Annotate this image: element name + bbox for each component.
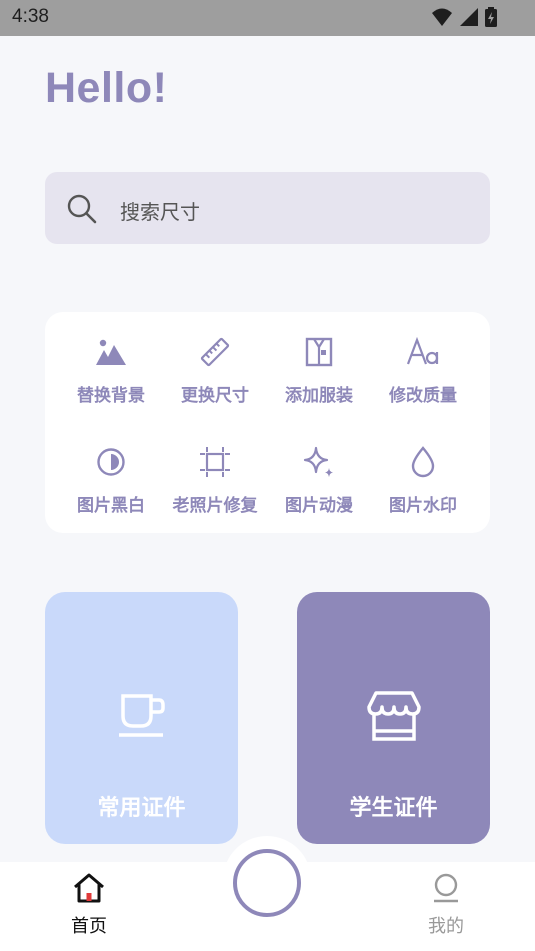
drop-icon bbox=[371, 445, 475, 479]
card-common-documents[interactable]: 常用证件 bbox=[45, 592, 238, 844]
circle-icon bbox=[233, 849, 301, 917]
mountain-icon bbox=[59, 335, 163, 369]
nav-mine[interactable]: 我的 bbox=[406, 872, 486, 938]
ruler-icon bbox=[163, 335, 267, 369]
tool-label: 图片黑白 bbox=[77, 496, 145, 516]
tool-anime[interactable]: 图片动漫 bbox=[267, 445, 371, 516]
status-time: 4:38 bbox=[12, 6, 49, 27]
greeting-title: Hello! bbox=[45, 64, 168, 112]
tool-label: 老照片修复 bbox=[172, 496, 258, 516]
cup-icon bbox=[45, 690, 238, 738]
store-icon bbox=[297, 690, 490, 742]
tool-label: 修改质量 bbox=[389, 386, 457, 406]
card-student-documents[interactable]: 学生证件 bbox=[297, 592, 490, 844]
tool-label: 替换背景 bbox=[77, 386, 145, 406]
tool-label: 图片动漫 bbox=[285, 496, 353, 516]
user-icon bbox=[406, 872, 486, 908]
wifi-icon bbox=[431, 7, 453, 31]
card-label: 学生证件 bbox=[349, 796, 438, 821]
sparkle-icon bbox=[267, 445, 371, 479]
card-label: 常用证件 bbox=[97, 796, 186, 821]
tool-photo-restore[interactable]: 老照片修复 bbox=[163, 445, 267, 516]
tool-label: 更换尺寸 bbox=[181, 386, 249, 406]
tools-panel: 替换背景 更换尺寸 添加服装 修改质量 图片黑白 老照片修复 图片动漫 图片水印 bbox=[45, 312, 490, 533]
status-bar: 4:38 bbox=[0, 0, 535, 36]
home-icon bbox=[49, 872, 129, 908]
crop-icon bbox=[163, 445, 267, 479]
tool-black-white[interactable]: 图片黑白 bbox=[59, 445, 163, 516]
status-icons bbox=[431, 7, 497, 31]
contrast-icon bbox=[59, 445, 163, 479]
tool-label: 图片水印 bbox=[389, 496, 457, 516]
battery-icon bbox=[485, 7, 497, 31]
font-icon bbox=[371, 335, 475, 369]
nav-home-label: 首页 bbox=[71, 916, 107, 937]
signal-icon bbox=[459, 7, 479, 31]
center-camera-button[interactable] bbox=[223, 836, 311, 924]
search-bar[interactable]: 搜索尺寸 bbox=[45, 172, 490, 244]
nav-mine-label: 我的 bbox=[428, 916, 464, 937]
tool-label: 添加服装 bbox=[285, 386, 353, 406]
shirt-icon bbox=[267, 335, 371, 369]
tool-watermark[interactable]: 图片水印 bbox=[371, 445, 475, 516]
search-placeholder[interactable]: 搜索尺寸 bbox=[120, 196, 200, 225]
tool-replace-background[interactable]: 替换背景 bbox=[59, 335, 163, 406]
tool-add-clothing[interactable]: 添加服装 bbox=[267, 335, 371, 406]
nav-home[interactable]: 首页 bbox=[49, 872, 129, 938]
search-icon bbox=[67, 194, 97, 228]
tool-modify-quality[interactable]: 修改质量 bbox=[371, 335, 475, 406]
tool-change-size[interactable]: 更换尺寸 bbox=[163, 335, 267, 406]
